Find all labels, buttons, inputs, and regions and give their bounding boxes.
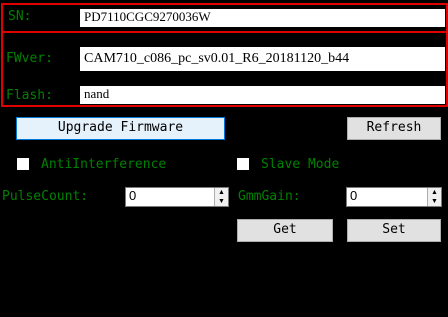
slave-mode-checkbox[interactable] [237, 158, 249, 170]
pulse-count-value: 0 [129, 188, 137, 203]
get-button[interactable]: Get [237, 219, 333, 242]
spin-down-icon[interactable]: ▼ [428, 197, 441, 206]
anti-interference-label: AntiInterference [41, 157, 167, 172]
gmm-gain-label: GmmGain: [238, 189, 301, 204]
gmm-gain-spin-buttons[interactable]: ▲ ▼ [427, 188, 441, 206]
sn-label: SN: [8, 9, 32, 24]
spin-down-icon[interactable]: ▼ [215, 197, 228, 206]
flash-label: Flash: [6, 88, 53, 103]
spin-up-icon[interactable]: ▲ [215, 188, 228, 197]
slave-mode-label: Slave Mode [261, 157, 340, 172]
fwver-field[interactable]: CAM710_c086_pc_sv0.01_R6_20181120_b44 [80, 47, 445, 71]
pulse-count-label: PulseCount: [2, 189, 89, 204]
refresh-button[interactable]: Refresh [347, 117, 441, 140]
anti-interference-checkbox[interactable] [17, 158, 29, 170]
set-button[interactable]: Set [347, 219, 441, 242]
spin-up-icon[interactable]: ▲ [428, 188, 441, 197]
pulse-count-spin-buttons[interactable]: ▲ ▼ [214, 188, 228, 206]
fwver-label: FWver: [6, 51, 53, 66]
pulse-count-stepper[interactable]: 0 ▲ ▼ [125, 187, 229, 207]
gmm-gain-value: 0 [350, 188, 358, 203]
gmm-gain-stepper[interactable]: 0 ▲ ▼ [346, 187, 442, 207]
flash-field[interactable]: nand [80, 86, 445, 104]
sn-field[interactable]: PD7110CGC9270036W [80, 9, 445, 27]
upgrade-firmware-button[interactable]: Upgrade Firmware [16, 117, 225, 140]
